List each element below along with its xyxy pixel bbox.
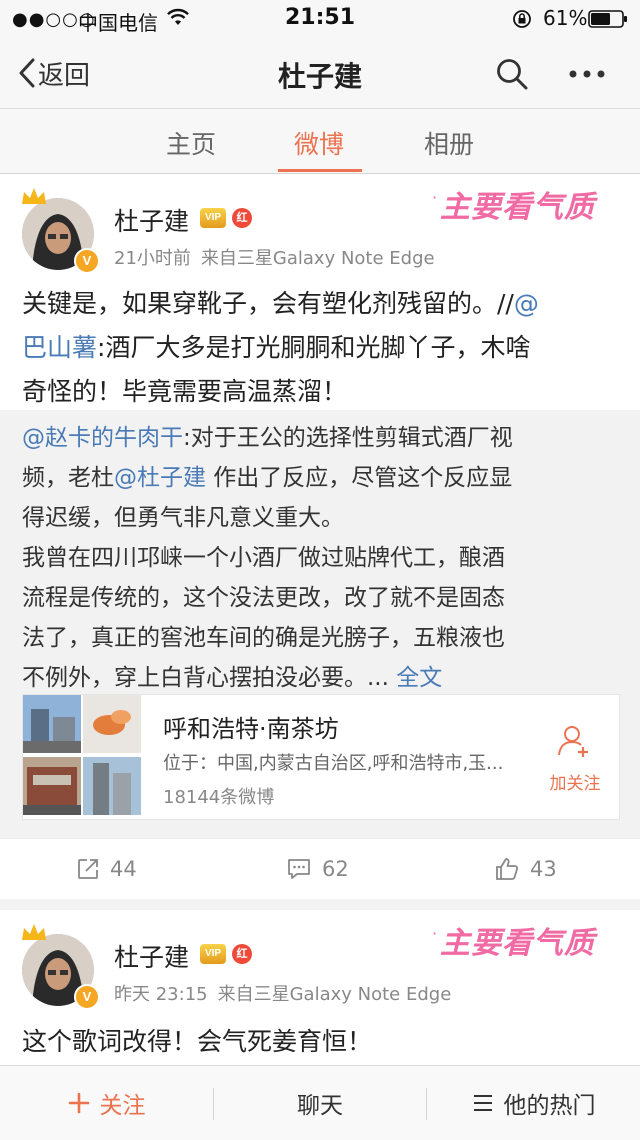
status-bar: ●●○○○ 中国电信 21:51 61% — [0, 0, 640, 38]
plus-icon — [68, 1092, 89, 1114]
post-source: 来自三星Galaxy Note Edge — [200, 248, 435, 269]
post-text-line: 奇怪的！毕竟需要高温蒸溜！ — [22, 377, 348, 406]
post-meta: 21小时前 来自三星Galaxy Note Edge — [114, 244, 435, 270]
back-label: 返回 — [38, 60, 91, 91]
crown-icon — [22, 924, 46, 940]
verified-badge: V — [74, 248, 100, 274]
chat-label: 聊天 — [297, 1093, 343, 1119]
location-photo — [23, 757, 81, 815]
location-photo — [83, 695, 141, 753]
author-avatar[interactable]: V — [22, 188, 100, 274]
author-name[interactable]: 杜子建 — [114, 202, 189, 238]
post-source: 来自三星Galaxy Note Edge — [217, 984, 452, 1005]
repost-text: @赵卡的牛肉干:对于王公的选择性剪辑式酒厂视 频，老杜@杜子建 作出了反应，尽管… — [22, 425, 513, 691]
post-time: 昨天 23:15 — [114, 984, 208, 1005]
post-actions: 44 62 43 — [0, 838, 640, 899]
mention-link[interactable]: @杜子建 — [114, 465, 206, 491]
mention-link[interactable]: @赵卡的牛肉干 — [22, 425, 183, 451]
watermark-dot: · — [432, 188, 438, 207]
follow-button[interactable]: 关注 — [0, 1066, 213, 1140]
post-meta: 昨天 23:15 来自三星Galaxy Note Edge — [114, 980, 451, 1006]
thumbs-up-icon — [496, 858, 519, 880]
crown-icon — [22, 188, 46, 204]
author-avatar[interactable]: V — [22, 924, 100, 1010]
hot-posts-label: 他的热门 — [503, 1093, 596, 1119]
mention-link[interactable]: 巴山薯 — [22, 333, 97, 362]
like-button[interactable]: 43 — [494, 839, 557, 899]
follow-location-button[interactable]: 加关注 — [547, 721, 603, 794]
post-text-line: 关键是，如果穿靴子，会有塑化剂残留的。//@ — [22, 289, 539, 318]
follow-location-label: 加关注 — [549, 774, 601, 794]
post-text-line: 巴山薯:酒厂大多是打光胴胴和光脚丫子，木啥 — [22, 333, 531, 362]
tab-album[interactable]: 相册 — [424, 125, 474, 161]
post-time: 21小时前 — [114, 248, 191, 269]
battery-icon — [588, 10, 627, 28]
tab-home[interactable]: 主页 — [166, 125, 216, 161]
comment-button[interactable]: 62 — [286, 839, 349, 899]
full-text-link[interactable]: 全文 — [396, 665, 442, 691]
location-photo — [23, 695, 81, 753]
chat-button[interactable]: 聊天 — [214, 1066, 426, 1140]
author-name[interactable]: 杜子建 — [114, 938, 189, 974]
bottom-toolbar: 关注 聊天 他的热门 — [0, 1065, 640, 1140]
page-title: 杜子建 — [277, 60, 362, 93]
search-icon[interactable] — [494, 56, 530, 92]
repost-count: 44 — [110, 857, 137, 881]
location-card[interactable]: 呼和浩特·南茶坊 位于：中国,内蒙古自治区,呼和浩特市,玉... 18144条微… — [22, 694, 620, 820]
repost-icon — [78, 859, 98, 879]
mention-link[interactable]: @ — [514, 289, 539, 318]
vip-badge: VIP — [200, 208, 226, 228]
hot-posts-button[interactable]: 他的热门 — [427, 1066, 640, 1140]
add-user-icon — [558, 726, 588, 757]
watermark: 主要看气质 — [440, 190, 595, 225]
more-icon[interactable] — [566, 64, 608, 84]
nav-bar: 返回 杜子建 — [0, 38, 640, 109]
rotation-lock-icon — [513, 10, 531, 28]
weibo-post[interactable]: · 主要看气质 V 杜子建 VIP 红 昨天 23:15 来自三星Galaxy N… — [0, 910, 640, 1065]
location-address: 位于：中国,内蒙古自治区,呼和浩特市,玉... — [163, 753, 504, 774]
active-tab-indicator — [278, 169, 362, 172]
comment-count: 62 — [322, 857, 349, 881]
post-text: 这个歌词改得！会气死姜育恒！ — [22, 1027, 373, 1056]
follow-label: 关注 — [99, 1093, 146, 1119]
repost-button[interactable]: 44 — [76, 839, 137, 899]
red-badge: 红 — [232, 944, 252, 964]
location-name: 呼和浩特·南茶坊 — [163, 715, 339, 743]
watermark: 主要看气质 — [440, 926, 595, 961]
battery-percent: 61% — [543, 6, 588, 30]
watermark-dot: · — [432, 924, 438, 943]
weibo-post[interactable]: · 主要看气质 V 杜子建 VIP 红 21小时前 来自三星Galaxy Note… — [0, 174, 640, 899]
location-photo — [83, 757, 141, 815]
verified-badge: V — [74, 984, 100, 1010]
chevron-left-icon — [19, 58, 35, 88]
vip-badge: VIP — [200, 944, 226, 964]
red-badge: 红 — [232, 208, 252, 228]
location-post-count: 18144条微博 — [163, 787, 275, 808]
menu-icon — [473, 1095, 492, 1111]
back-button[interactable]: 返回 — [18, 54, 90, 92]
comment-icon — [288, 859, 310, 879]
like-count: 43 — [530, 857, 557, 881]
profile-tabs: 主页 微博 相册 — [0, 109, 640, 174]
tab-weibo[interactable]: 微博 — [294, 125, 344, 161]
